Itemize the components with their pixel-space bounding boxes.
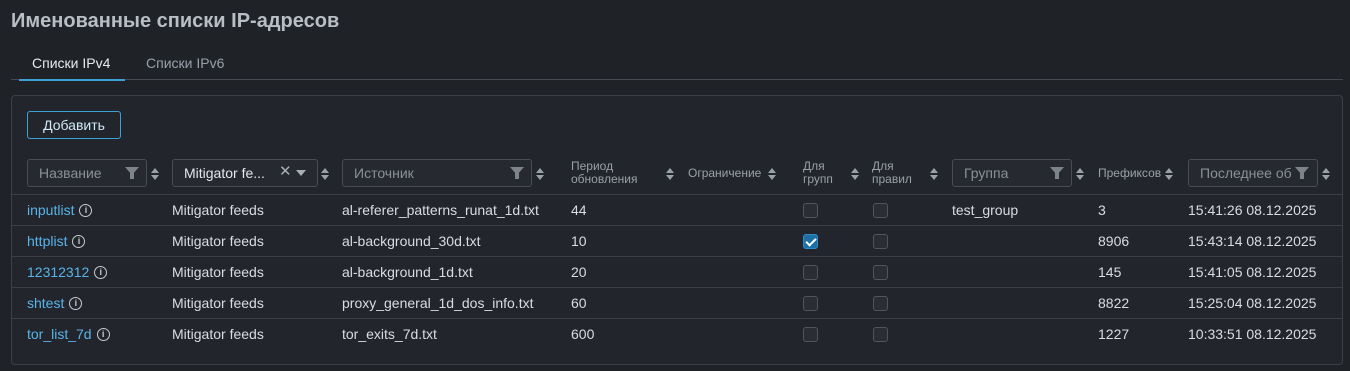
sort-icon[interactable] [768, 168, 776, 180]
period-cell: 10 [571, 233, 587, 249]
period-header-line2: обновления [571, 172, 638, 186]
sort-icon[interactable] [930, 168, 938, 180]
ip-lists-panel: Добавить Название Mitigator fe... ✕ Исто… [11, 95, 1343, 365]
period-cell: 20 [571, 264, 587, 280]
for-rules-checkbox[interactable] [873, 203, 888, 218]
sort-icon[interactable] [666, 168, 674, 180]
name-cell: inputlist i [27, 195, 93, 226]
column-header-prefixes[interactable]: Префиксов [1098, 159, 1188, 187]
source-cell: proxy_general_1d_dos_info.txt [342, 295, 534, 311]
for-groups-checkbox[interactable] [803, 327, 818, 342]
name-cell: shtest i [27, 288, 83, 319]
period-cell: 44 [571, 202, 587, 218]
feed-cell: Mitigator feeds [172, 295, 264, 311]
prefixes-header-label: Префиксов [1098, 166, 1162, 180]
column-header-name: Название [27, 159, 167, 187]
for-groups-checkbox[interactable] [803, 234, 818, 249]
name-cell: 12312312 i [27, 257, 108, 288]
column-header-feed: Mitigator fe... ✕ [172, 159, 332, 187]
filter-icon[interactable] [125, 167, 139, 179]
column-header-source: Источник [342, 159, 552, 187]
prefixes-cell: 1227 [1098, 326, 1130, 342]
column-header-group: Группа [952, 159, 1092, 187]
tab-ipv6[interactable]: Списки IPv6 [146, 46, 224, 80]
column-header-period[interactable]: Период обновления [571, 159, 681, 187]
for-groups-checkbox[interactable] [803, 265, 818, 280]
feed-cell: Mitigator feeds [172, 326, 264, 342]
sort-icon[interactable] [151, 168, 159, 180]
source-cell: al-background_1d.txt [342, 264, 473, 280]
info-icon[interactable]: i [79, 203, 93, 217]
chevron-down-icon[interactable] [296, 170, 306, 176]
feed-cell: Mitigator feeds [172, 202, 264, 218]
for-groups-checkbox[interactable] [803, 296, 818, 311]
for-rules-header-line2: правил [872, 172, 912, 186]
tab-ipv4[interactable]: Списки IPv4 [18, 46, 126, 81]
table-row: httplist i Mitigator feeds al-background_… [12, 225, 1342, 256]
period-cell: 600 [571, 326, 595, 342]
last-update-cell: 15:41:26 08.12.2025 [1188, 202, 1317, 218]
info-icon[interactable]: i [96, 327, 110, 341]
for-rules-checkbox[interactable] [873, 296, 888, 311]
list-name-link[interactable]: shtest [27, 295, 64, 311]
tab-bar: Списки IPv4 Списки IPv6 [11, 46, 1343, 81]
sort-icon[interactable] [1322, 168, 1330, 180]
info-icon[interactable]: i [72, 234, 86, 248]
column-header-last-update: Последнее об [1188, 159, 1332, 187]
table-row: inputlist i Mitigator feeds al-referer_pa… [12, 194, 1342, 225]
for-rules-checkbox[interactable] [873, 265, 888, 280]
last-update-cell: 15:43:14 08.12.2025 [1188, 233, 1317, 249]
prefixes-cell: 145 [1098, 264, 1122, 280]
table-row: tor_list_7d i Mitigator feeds tor_exits_7… [12, 318, 1342, 349]
source-filter-input[interactable]: Источник [342, 159, 532, 187]
filter-icon[interactable] [1295, 167, 1309, 179]
for-groups-checkbox[interactable] [803, 203, 818, 218]
for-rules-checkbox[interactable] [873, 327, 888, 342]
info-icon[interactable]: i [94, 265, 108, 279]
list-name-link[interactable]: 12312312 [27, 264, 89, 280]
column-header-for-groups[interactable]: Для групп [803, 159, 863, 187]
list-name-link[interactable]: inputlist [27, 202, 74, 218]
list-name-link[interactable]: httplist [27, 233, 67, 249]
last-update-cell: 15:25:04 08.12.2025 [1188, 295, 1317, 311]
table-row: shtest i Mitigator feeds proxy_general_1d… [12, 287, 1342, 318]
source-cell: tor_exits_7d.txt [342, 326, 437, 342]
sort-icon[interactable] [321, 168, 329, 180]
filter-icon[interactable] [510, 167, 524, 179]
for-rules-checkbox[interactable] [873, 234, 888, 249]
limit-header-label: Ограничение [688, 166, 762, 180]
filter-icon[interactable] [1050, 167, 1064, 179]
column-header-limit[interactable]: Ограничение [688, 159, 788, 187]
info-icon[interactable]: i [69, 296, 83, 310]
source-cell: al-referer_patterns_runat_1d.txt [342, 202, 539, 218]
prefixes-cell: 3 [1098, 202, 1106, 218]
prefixes-cell: 8906 [1098, 233, 1130, 249]
sort-icon[interactable] [851, 168, 859, 180]
group-cell: test_group [952, 202, 1019, 218]
prefixes-cell: 8822 [1098, 295, 1130, 311]
feed-cell: Mitigator feeds [172, 264, 264, 280]
name-cell: httplist i [27, 226, 86, 257]
page-title: Именованные списки IP-адресов [11, 10, 340, 32]
list-name-link[interactable]: tor_list_7d [27, 326, 92, 342]
column-header-for-rules[interactable]: Для правил [872, 159, 942, 187]
clear-icon[interactable]: ✕ [279, 159, 292, 185]
feed-cell: Mitigator feeds [172, 233, 264, 249]
period-cell: 60 [571, 295, 587, 311]
name-cell: tor_list_7d i [27, 319, 110, 350]
add-button[interactable]: Добавить [27, 111, 121, 139]
sort-icon[interactable] [1165, 168, 1173, 180]
last-update-cell: 10:33:51 08.12.2025 [1188, 326, 1317, 342]
source-cell: al-background_30d.txt [342, 233, 481, 249]
for-groups-header-line2: групп [803, 172, 833, 186]
sort-icon[interactable] [1076, 168, 1084, 180]
sort-icon[interactable] [536, 168, 544, 180]
last-update-cell: 15:41:05 08.12.2025 [1188, 264, 1317, 280]
table-row: 12312312 i Mitigator feeds al-background_… [12, 256, 1342, 287]
